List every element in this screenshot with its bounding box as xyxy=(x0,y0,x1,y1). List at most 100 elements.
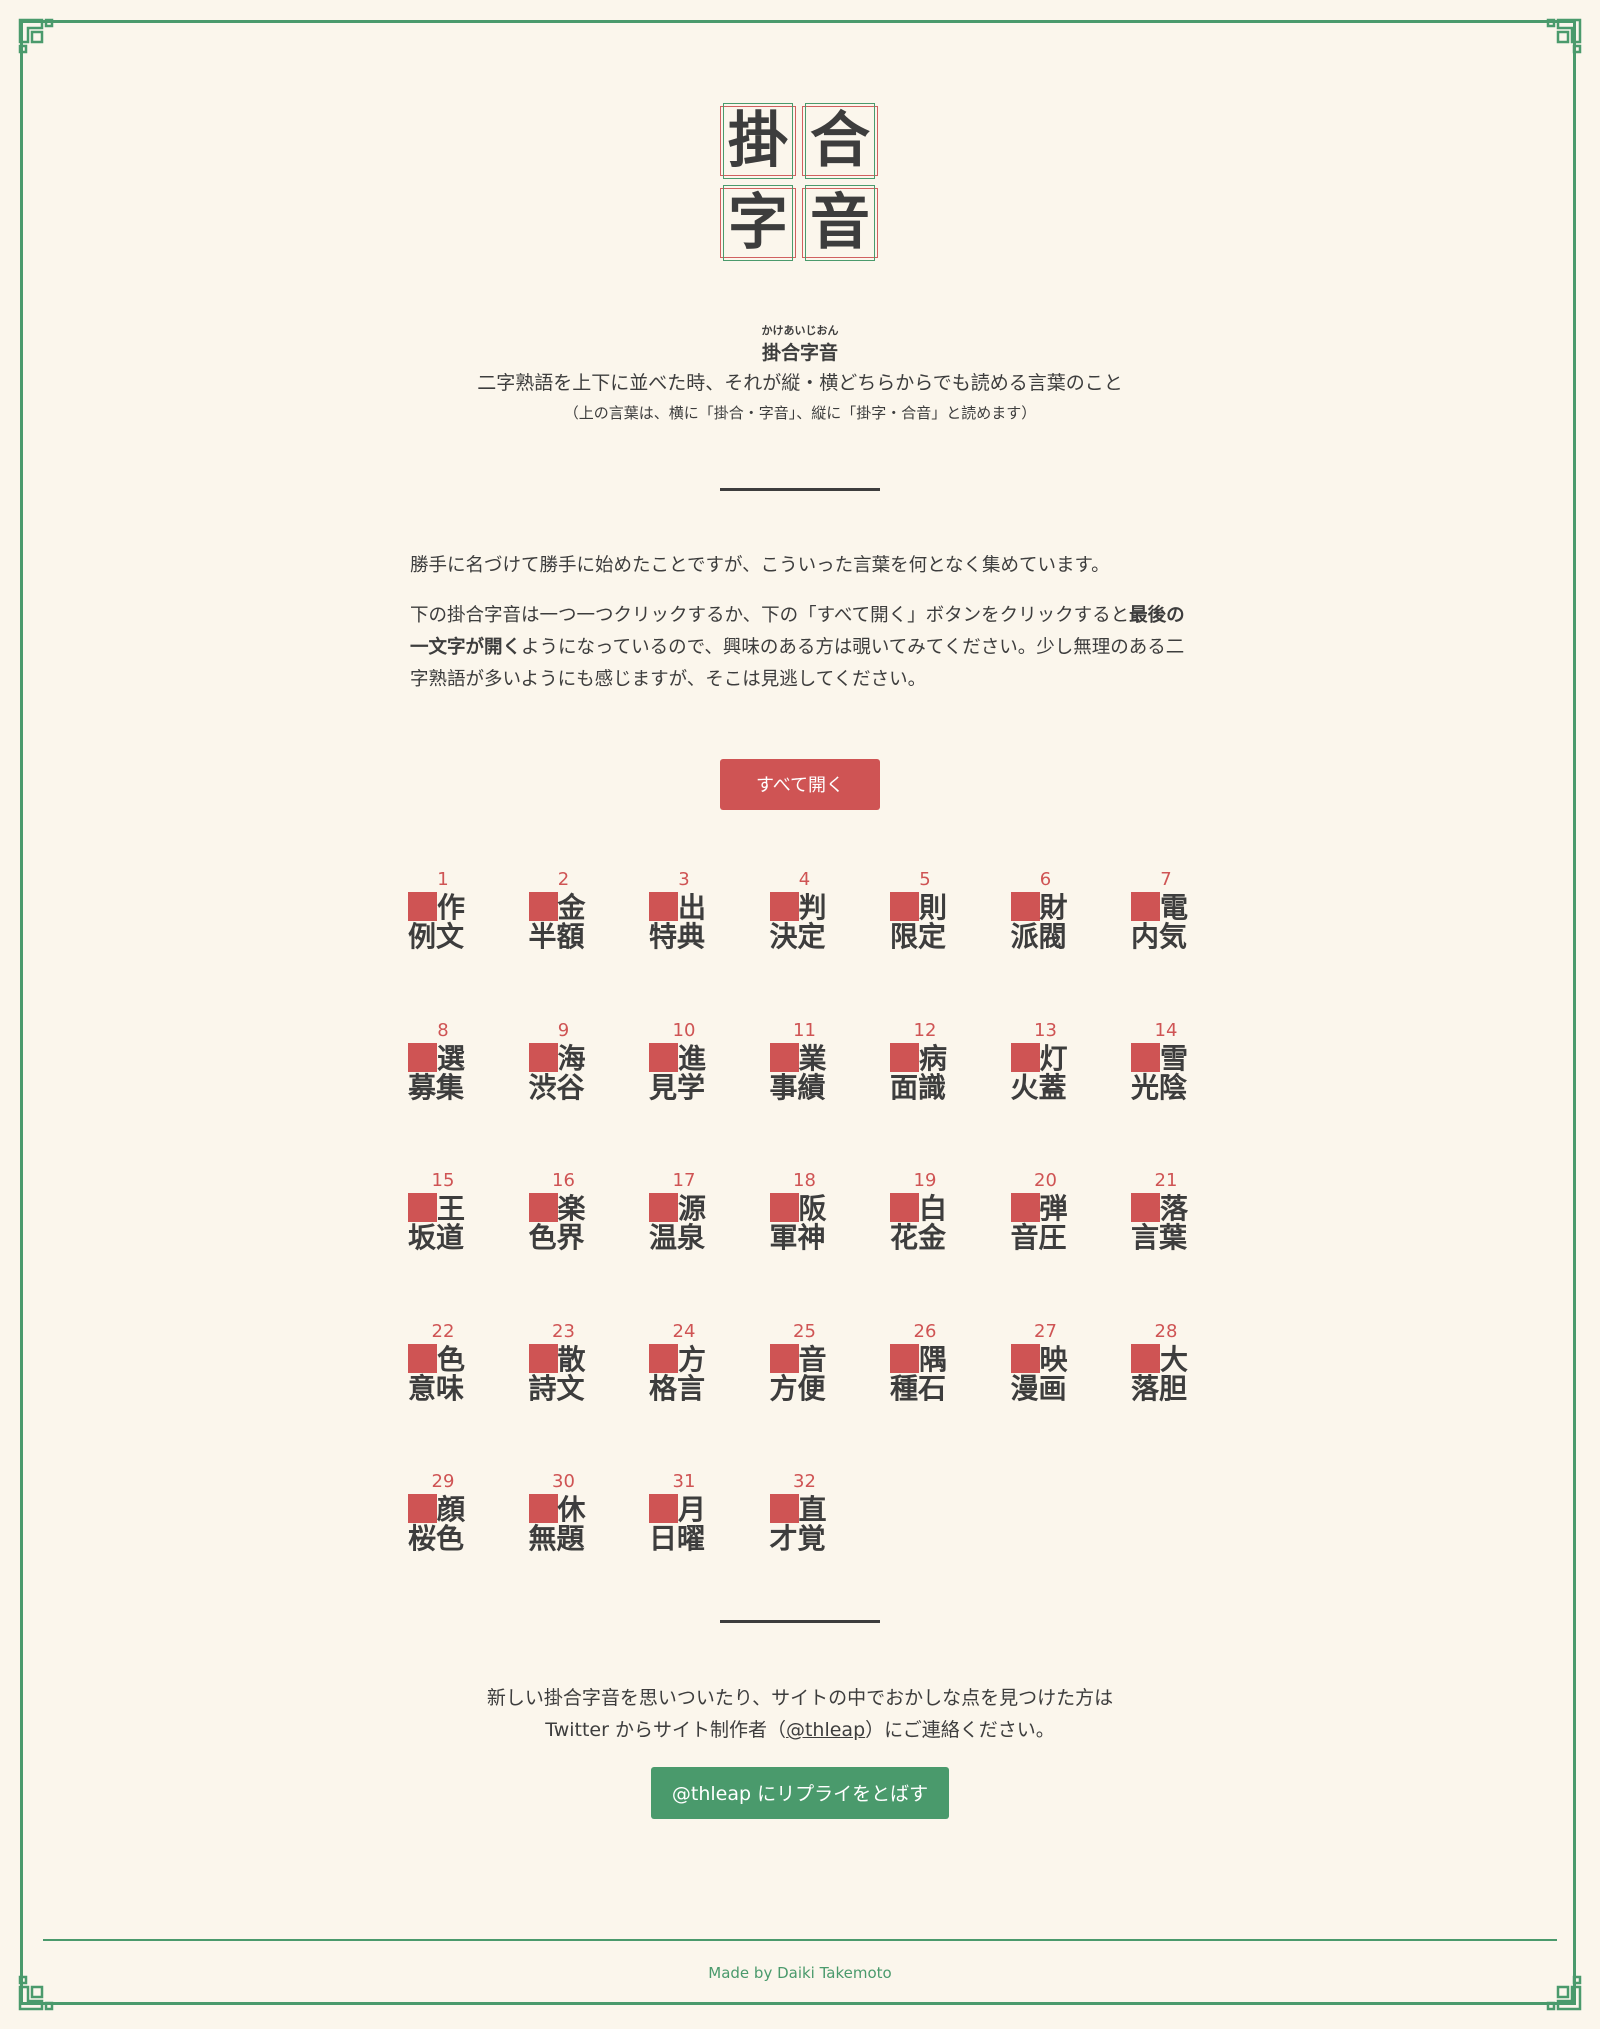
puzzle-item[interactable]: 23 散詩文 xyxy=(528,1320,599,1405)
credit-text: Made by Daiki Takemoto xyxy=(708,1964,892,1982)
hidden-char-box[interactable] xyxy=(890,892,919,921)
puzzle-item[interactable]: 19 白花金 xyxy=(890,1169,960,1253)
puzzle-number: 8 xyxy=(437,1019,449,1041)
puzzle-item[interactable]: 25 音方便 xyxy=(769,1320,840,1404)
puzzle-item[interactable]: 18 阪軍神 xyxy=(769,1169,840,1253)
hidden-char-box[interactable] xyxy=(1131,1193,1160,1222)
puzzle-item[interactable]: 3 出特典 xyxy=(649,868,719,952)
hidden-char-box[interactable] xyxy=(408,892,437,921)
hidden-char-box[interactable] xyxy=(1010,892,1040,921)
intro-text: 下の掛合字音は一つ一つクリックするか、下の「すべて開く」ボタンをクリックすると xyxy=(410,605,1130,626)
hidden-char-box[interactable] xyxy=(528,892,558,921)
puzzle-item[interactable]: 6 財派閥 xyxy=(1010,868,1081,952)
puzzle-top-row: 病 xyxy=(890,1042,960,1073)
puzzle-number: 21 xyxy=(1154,1170,1178,1191)
puzzle-item[interactable]: 9 海渋谷 xyxy=(528,1019,599,1103)
puzzle-item[interactable]: 21 落言葉 xyxy=(1131,1169,1201,1253)
hidden-char-box[interactable] xyxy=(1010,1042,1040,1072)
puzzle-item[interactable]: 17 源温泉 xyxy=(649,1169,719,1253)
reply-button[interactable]: @thleap にリプライをとばす xyxy=(651,1767,949,1819)
hidden-char-box[interactable] xyxy=(528,1343,558,1373)
puzzle-bottom-row: 坂道 xyxy=(408,1221,465,1254)
puzzle-number: 31 xyxy=(672,1471,696,1492)
puzzle-item[interactable]: 32 直才覚 xyxy=(769,1470,840,1555)
hidden-char-box[interactable] xyxy=(1010,1343,1040,1373)
hidden-char-box[interactable] xyxy=(649,1042,678,1072)
puzzle-top-row: 映 xyxy=(1010,1342,1081,1376)
puzzle-item[interactable]: 7 電内気 xyxy=(1131,868,1201,952)
puzzle-number: 3 xyxy=(678,869,690,890)
puzzle-item[interactable]: 5 則限定 xyxy=(890,868,960,952)
section-divider xyxy=(720,1620,880,1623)
twitter-handle-link[interactable]: @thleap xyxy=(786,1719,865,1741)
hidden-char-box[interactable] xyxy=(528,1042,558,1072)
puzzle-number: 26 xyxy=(913,1320,937,1342)
hidden-char-box[interactable] xyxy=(408,1494,437,1523)
puzzle-bottom-row: 特典 xyxy=(649,920,706,953)
puzzle-bottom-row: 言葉 xyxy=(1131,1221,1188,1254)
hidden-char-box[interactable] xyxy=(890,1193,919,1222)
puzzle-item[interactable]: 12 病面識 xyxy=(890,1019,960,1103)
puzzle-item[interactable]: 13 灯火蓋 xyxy=(1010,1019,1081,1103)
puzzle-item[interactable]: 22 色意味 xyxy=(408,1320,478,1404)
puzzle-item[interactable]: 30 休無題 xyxy=(528,1470,599,1554)
hidden-char-box[interactable] xyxy=(890,1343,919,1373)
intro-text: ようになっているので、興味のある方は覗いてみてください。少し無理のある二字熟語が… xyxy=(410,637,1185,690)
puzzle-bottom-row: 音圧 xyxy=(1010,1221,1067,1254)
puzzle-item[interactable]: 29 顔桜色 xyxy=(408,1470,478,1554)
puzzle-top-row: 進 xyxy=(649,1042,719,1073)
hidden-char-box[interactable] xyxy=(1131,1042,1160,1072)
hidden-char-box[interactable] xyxy=(408,1193,437,1222)
puzzle-item[interactable]: 1 作例文 xyxy=(408,868,478,952)
hidden-char-box[interactable] xyxy=(528,1494,558,1523)
puzzle-number: 27 xyxy=(1034,1320,1057,1342)
hidden-char-box[interactable] xyxy=(649,1193,678,1222)
hidden-char-box[interactable] xyxy=(1010,1193,1040,1222)
puzzle-item[interactable]: 27 映漫画 xyxy=(1010,1320,1081,1404)
hidden-char-box[interactable] xyxy=(769,892,799,921)
puzzle-item[interactable]: 20 弾音圧 xyxy=(1010,1169,1081,1254)
puzzle-item[interactable]: 2 金半額 xyxy=(528,868,599,952)
puzzle-number: 19 xyxy=(913,1170,937,1191)
hidden-char-box[interactable] xyxy=(649,1343,678,1373)
hidden-char-box[interactable] xyxy=(408,1343,437,1373)
hidden-char-box[interactable] xyxy=(769,1343,799,1373)
hidden-char-box[interactable] xyxy=(408,1042,437,1072)
puzzle-item[interactable]: 11 業事績 xyxy=(769,1019,840,1103)
puzzle-top-char: 大 xyxy=(1160,1342,1189,1376)
site-logo: 掛 合 字 音 xyxy=(720,103,880,263)
puzzle-item[interactable]: 28 大落胆 xyxy=(1131,1320,1201,1404)
hidden-char-box[interactable] xyxy=(1131,1343,1160,1373)
puzzle-item[interactable]: 31 月日曜 xyxy=(649,1470,719,1554)
hidden-char-box[interactable] xyxy=(890,1042,919,1072)
hidden-char-box[interactable] xyxy=(769,1193,799,1222)
puzzle-item[interactable]: 10 進見学 xyxy=(649,1019,719,1103)
puzzle-top-char: 映 xyxy=(1039,1342,1068,1376)
puzzle-item[interactable]: 8 選募集 xyxy=(408,1019,478,1103)
hidden-char-box[interactable] xyxy=(528,1193,558,1222)
puzzle-item[interactable]: 26 隅種石 xyxy=(890,1320,960,1404)
puzzle-number: 12 xyxy=(913,1019,937,1041)
hidden-char-box[interactable] xyxy=(769,1494,799,1523)
puzzle-item[interactable]: 16 楽色界 xyxy=(528,1169,599,1253)
hidden-char-box[interactable] xyxy=(1131,892,1160,921)
hidden-char-box[interactable] xyxy=(649,1494,678,1523)
puzzle-top-row: 楽 xyxy=(528,1193,599,1224)
puzzle-bottom-row: 才覚 xyxy=(769,1522,826,1555)
puzzle-top-row: 落 xyxy=(1131,1193,1201,1224)
puzzle-item[interactable]: 15 王坂道 xyxy=(408,1169,478,1253)
puzzle-item[interactable]: 24 方格言 xyxy=(649,1320,719,1404)
puzzle-item[interactable]: 14 雪光陰 xyxy=(1131,1019,1201,1103)
puzzle-top-char: 海 xyxy=(557,1041,586,1075)
puzzle-item[interactable]: 4 判決定 xyxy=(769,868,840,952)
hidden-char-box[interactable] xyxy=(649,892,678,921)
puzzle-number: 17 xyxy=(672,1170,696,1191)
puzzle-bottom-row: 限定 xyxy=(890,920,947,953)
hidden-char-box[interactable] xyxy=(769,1042,799,1072)
puzzle-bottom-row: 種石 xyxy=(890,1371,947,1405)
open-all-button[interactable]: すべて開く xyxy=(720,759,880,810)
puzzle-top-row: 月 xyxy=(649,1494,719,1525)
puzzle-top-row: 王 xyxy=(408,1193,478,1224)
puzzle-bottom-row: 詩文 xyxy=(528,1371,585,1405)
puzzle-number: 11 xyxy=(793,1019,816,1041)
